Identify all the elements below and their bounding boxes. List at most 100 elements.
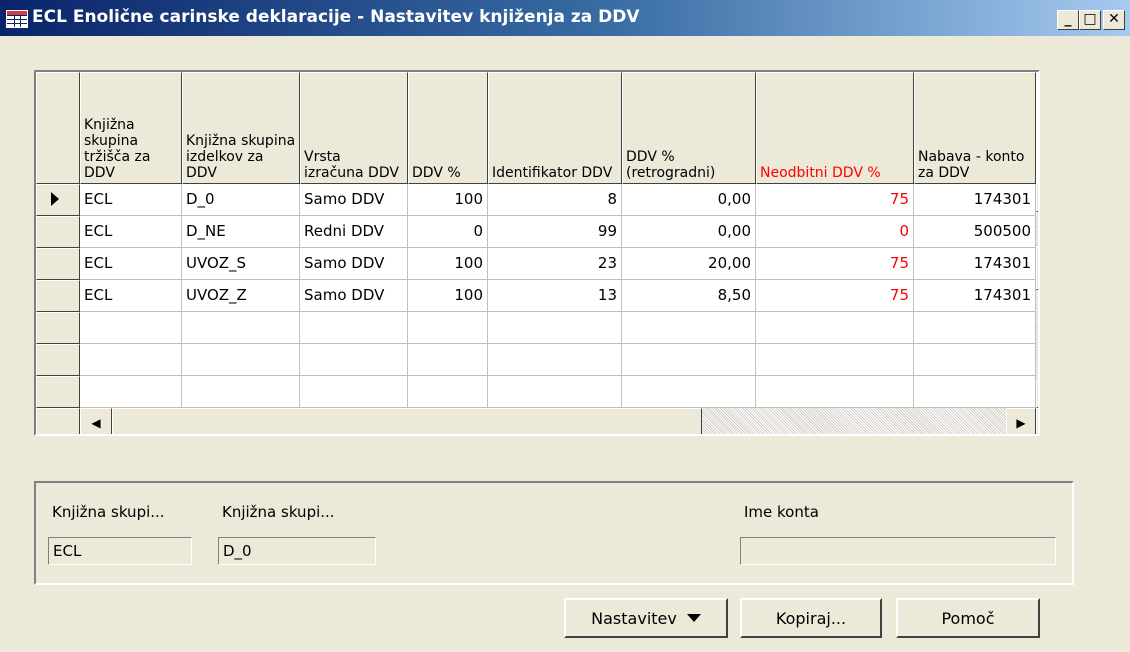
column-header[interactable]: Vrsta izračuna DDV	[300, 72, 408, 184]
grid-cell[interactable]: 13	[488, 280, 622, 312]
grid-bottom-right-corner	[1036, 408, 1038, 434]
column-header[interactable]: Neodbitni DDV %	[756, 72, 914, 184]
column-header[interactable]: Knjižna skupina izdelkov za DDV	[182, 72, 300, 184]
grid-cell[interactable]: Samo DDV	[300, 184, 408, 216]
grid-cell[interactable]: 8	[488, 184, 622, 216]
grid-cell[interactable]: 174301	[914, 280, 1036, 312]
grid-cell[interactable]: 0,00	[622, 184, 756, 216]
grid-cell[interactable]	[80, 312, 182, 344]
vertical-scrollbar[interactable]	[1036, 184, 1038, 408]
grid-cell[interactable]: Redni DDV	[300, 216, 408, 248]
account-name-field[interactable]	[740, 537, 1056, 565]
help-button[interactable]: Pomoč	[896, 598, 1040, 638]
grid-cell[interactable]: 8,50	[622, 280, 756, 312]
setup-menu-button[interactable]: Nastavitev	[564, 598, 728, 638]
vertical-scroll-thumb[interactable]	[1036, 246, 1038, 290]
product-group-field[interactable]: D_0	[218, 537, 376, 565]
grid-cell[interactable]: ECL	[80, 184, 182, 216]
grid-cell[interactable]	[408, 376, 488, 408]
grid-cell[interactable]: 75	[756, 184, 914, 216]
grid-cell[interactable]	[756, 376, 914, 408]
grid-cell[interactable]	[914, 376, 1036, 408]
grid-cell[interactable]	[408, 312, 488, 344]
row-selector[interactable]	[36, 184, 80, 216]
grid-cell[interactable]: Samo DDV	[300, 248, 408, 280]
grid-cell[interactable]: 174301	[914, 184, 1036, 216]
grid-cell[interactable]	[488, 376, 622, 408]
grid-cell[interactable]: ECL	[80, 216, 182, 248]
grid-cell[interactable]: 174301	[914, 248, 1036, 280]
grid-bottom-left-corner	[36, 408, 80, 434]
scroll-up-button[interactable]: ▲	[1036, 184, 1038, 212]
grid-cell[interactable]: D_0	[182, 184, 300, 216]
help-button-label: Pomoč	[941, 608, 995, 628]
product-group-label: Knjižna skupi...	[222, 503, 335, 521]
grid-cell[interactable]	[756, 312, 914, 344]
horizontal-scroll-thumb[interactable]	[112, 408, 702, 434]
grid-cell[interactable]: 75	[756, 280, 914, 312]
grid-cell[interactable]: 0	[756, 216, 914, 248]
grid-cell[interactable]: 0	[408, 216, 488, 248]
column-header[interactable]: Identifikator DDV	[488, 72, 622, 184]
grid-cell[interactable]	[914, 312, 1036, 344]
grid-cell[interactable]: 23	[488, 248, 622, 280]
grid-cell[interactable]: 100	[408, 184, 488, 216]
grid-cell[interactable]: 75	[756, 248, 914, 280]
grid-cell[interactable]	[408, 344, 488, 376]
grid-cell[interactable]	[622, 312, 756, 344]
scroll-left-button[interactable]: ◀	[80, 408, 112, 434]
maximize-button[interactable]: □	[1079, 10, 1101, 30]
grid-cell[interactable]: 100	[408, 248, 488, 280]
grid-cell[interactable]	[622, 376, 756, 408]
grid-cell[interactable]: ECL	[80, 280, 182, 312]
grid-cell[interactable]	[80, 344, 182, 376]
grid-cell[interactable]	[488, 344, 622, 376]
grid-cell[interactable]	[914, 344, 1036, 376]
row-selector[interactable]	[36, 216, 80, 248]
grid-cell[interactable]	[182, 312, 300, 344]
table-icon	[6, 10, 28, 28]
column-header[interactable]: DDV %	[408, 72, 488, 184]
column-header[interactable]: Nabava - konto za DDV	[914, 72, 1036, 184]
row-selector[interactable]	[36, 312, 80, 344]
grid-cell[interactable]	[300, 312, 408, 344]
grid-cell[interactable]: 99	[488, 216, 622, 248]
scroll-down-button[interactable]: ▼	[1036, 380, 1038, 408]
grid-cell[interactable]: 500500	[914, 216, 1036, 248]
grid-corner	[36, 72, 80, 184]
grid-cell[interactable]: ECL	[80, 248, 182, 280]
grid-cell[interactable]	[182, 376, 300, 408]
row-selector[interactable]	[36, 344, 80, 376]
grid-cell[interactable]	[488, 312, 622, 344]
column-header[interactable]: DDV % (retrogradni)	[622, 72, 756, 184]
setup-button-label: Nastavitev	[591, 608, 677, 628]
grid-cell[interactable]	[182, 344, 300, 376]
copy-button[interactable]: Kopiraj...	[740, 598, 882, 638]
grid-cell[interactable]: 100	[408, 280, 488, 312]
grid-cell[interactable]: 20,00	[622, 248, 756, 280]
row-selector[interactable]	[36, 376, 80, 408]
grid-cell[interactable]: UVOZ_Z	[182, 280, 300, 312]
grid-cell[interactable]: Samo DDV	[300, 280, 408, 312]
close-button[interactable]: ✕	[1103, 10, 1125, 30]
grid-cell[interactable]	[300, 376, 408, 408]
grid-cell[interactable]: UVOZ_S	[182, 248, 300, 280]
market-group-field[interactable]: ECL	[48, 537, 192, 565]
grid-cell[interactable]	[756, 344, 914, 376]
row-selector[interactable]	[36, 280, 80, 312]
row-selector[interactable]	[36, 248, 80, 280]
title-bar: ECL Enolične carinske deklaracije - Nast…	[0, 0, 1130, 36]
grid-cell[interactable]: 0,00	[622, 216, 756, 248]
grid-cell[interactable]: D_NE	[182, 216, 300, 248]
grid-cell[interactable]	[300, 344, 408, 376]
column-header[interactable]: Knjižna skupina tržišča za DDV	[80, 72, 182, 184]
dropdown-arrow-icon	[686, 614, 701, 622]
market-group-label: Knjižna skupi...	[52, 503, 165, 521]
account-name-label: Ime konta	[744, 503, 819, 521]
grid-cell[interactable]	[622, 344, 756, 376]
scroll-right-button[interactable]: ▶	[1006, 408, 1036, 434]
grid-cell[interactable]	[80, 376, 182, 408]
minimize-button[interactable]: _	[1057, 10, 1079, 30]
window-title: ECL Enolične carinske deklaracije - Nast…	[32, 7, 640, 27]
info-panel: Knjižna skupi... ECL Knjižna skupi... D_…	[34, 481, 1074, 585]
